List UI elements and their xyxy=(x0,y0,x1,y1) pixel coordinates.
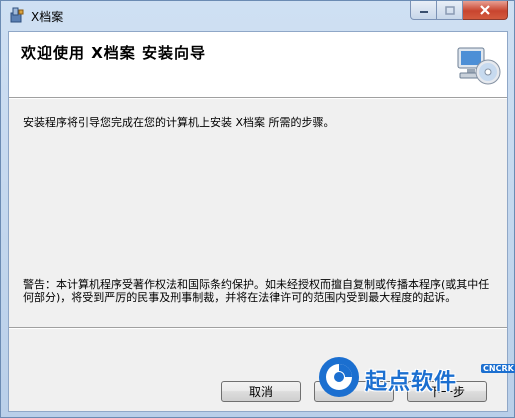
minimize-button[interactable] xyxy=(410,1,437,20)
watermark-tag: CNCRK xyxy=(481,364,515,373)
wizard-header: 欢迎使用 X档案 安装向导 xyxy=(9,32,507,98)
title-bar[interactable]: X档案 xyxy=(1,1,514,31)
header-divider xyxy=(9,98,507,99)
footer-divider xyxy=(9,327,507,329)
cancel-button[interactable]: 取消 xyxy=(221,381,301,402)
installer-app-icon xyxy=(10,7,24,23)
maximize-button[interactable] xyxy=(437,1,463,20)
window-title: X档案 xyxy=(31,10,64,24)
watermark-text: 起点软件 xyxy=(365,370,458,395)
intro-text: 安装程序将引导您完成在您的计算机上安装 X档案 所需的步骤。 xyxy=(23,116,335,129)
computer-cd-icon xyxy=(457,47,501,85)
copyright-warning: 警告：本计算机程序受著作权法和国际条约保护。如未经授权而擅自复制或传播本程序(或… xyxy=(23,278,490,304)
close-button[interactable] xyxy=(463,1,508,20)
minimize-icon xyxy=(419,11,428,13)
maximize-icon xyxy=(444,5,455,15)
close-icon xyxy=(480,5,490,15)
caption-buttons xyxy=(410,1,508,21)
installer-window: X档案 欢迎使用 X档案 安装向导 安装程序将引导您完成在您的计算机上安装 X档… xyxy=(0,0,515,418)
site-watermark: 起点软件 CNCRK xyxy=(315,353,515,415)
watermark-logo-icon xyxy=(319,357,359,397)
wizard-title: 欢迎使用 X档案 安装向导 xyxy=(21,44,207,62)
